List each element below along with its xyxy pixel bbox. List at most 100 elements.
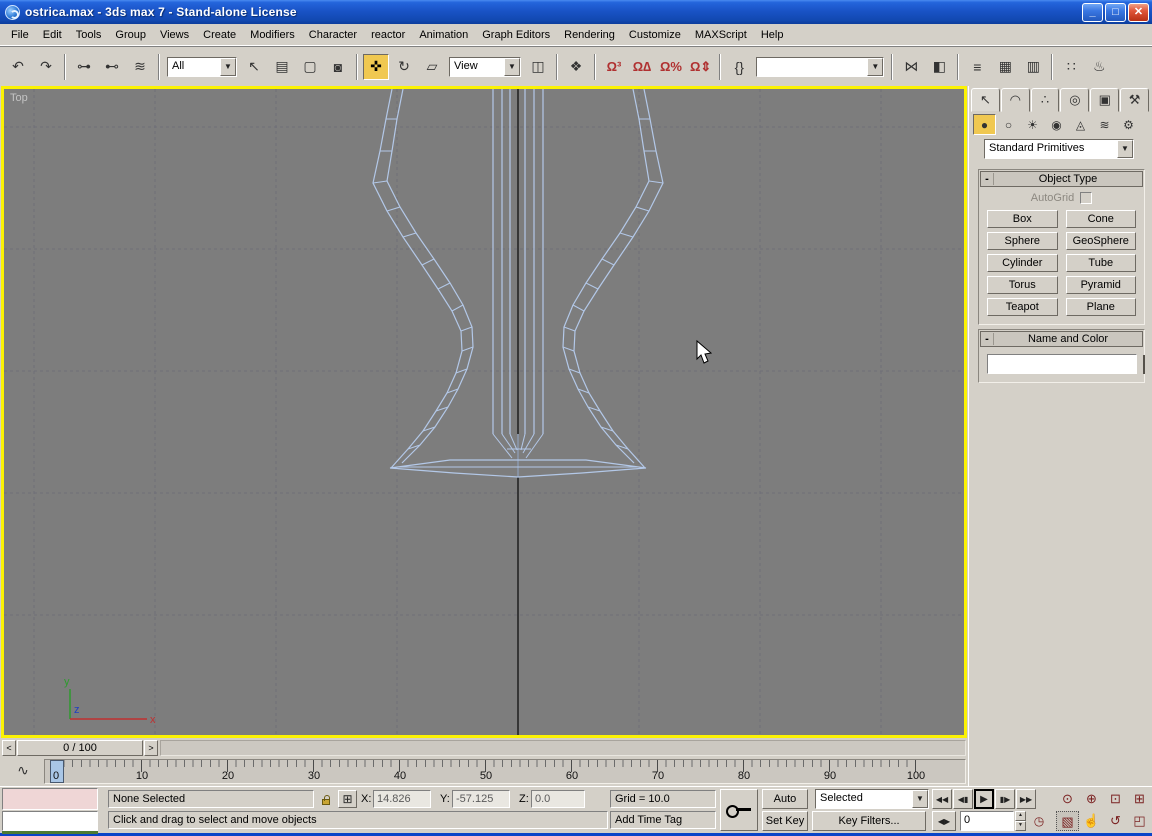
spinner-down-icon[interactable]: ▼	[1015, 821, 1026, 831]
chevron-down-icon[interactable]: ▼	[867, 58, 883, 76]
collapse-icon[interactable]: -	[981, 173, 994, 185]
object-type-rollout-header[interactable]: - Object Type	[980, 171, 1143, 187]
object-type-button-geosphere[interactable]: GeoSphere	[1066, 232, 1137, 250]
menu-item-character[interactable]: Character	[302, 26, 364, 44]
menu-item-edit[interactable]: Edit	[36, 26, 69, 44]
current-frame-field[interactable]: 0	[960, 811, 1014, 831]
category-geometry[interactable]: ●	[973, 114, 996, 135]
spinner-snap-toggle-button[interactable]: Ω⇕	[687, 54, 714, 80]
object-type-button-cylinder[interactable]: Cylinder	[987, 254, 1058, 272]
menu-item-graph-editors[interactable]: Graph Editors	[475, 26, 557, 44]
frame-spinner[interactable]: ▲▼	[1015, 811, 1026, 831]
category-helpers[interactable]: ◬	[1069, 114, 1092, 135]
category-lights[interactable]: ☀	[1021, 114, 1044, 135]
select-and-move-button[interactable]: ✜	[363, 54, 389, 80]
named-selection-sets-button[interactable]: {}	[726, 54, 752, 80]
object-color-swatch[interactable]	[1143, 355, 1145, 374]
select-and-rotate-button[interactable]: ↻	[391, 54, 417, 80]
spinner-up-icon[interactable]: ▲	[1015, 811, 1026, 821]
time-configuration-button[interactable]: ◷	[1030, 811, 1048, 831]
set-keys-button[interactable]	[720, 789, 758, 831]
next-frame-button[interactable]: ▮▶	[995, 789, 1015, 809]
time-slider-handle[interactable]: 0 / 100	[17, 740, 143, 756]
auto-key-button[interactable]: Auto Key	[762, 789, 808, 809]
curve-editor-button[interactable]: ▦	[992, 54, 1018, 80]
tab-display[interactable]: ▣	[1090, 88, 1119, 112]
render-scene-button[interactable]: ♨	[1086, 54, 1112, 80]
snaps-toggle-button[interactable]: Ω³	[601, 54, 627, 80]
select-by-name-button[interactable]: ▤	[269, 54, 295, 80]
category-dropdown[interactable]: Standard Primitives ▼	[984, 139, 1134, 159]
rectangular-selection-region-button[interactable]: ▢	[297, 54, 323, 80]
menu-item-animation[interactable]: Animation	[412, 26, 475, 44]
go-to-start-button[interactable]: ◀◀	[932, 789, 952, 809]
material-editor-button[interactable]: ∷	[1058, 54, 1084, 80]
minimize-button[interactable]: _	[1082, 3, 1103, 22]
track-bar-ruler[interactable]: 0102030405060708090100	[44, 759, 966, 784]
absolute-offset-mode-toggle[interactable]: ⊞	[338, 790, 357, 808]
region-zoom-button[interactable]: ▧	[1056, 811, 1079, 831]
y-coordinate-field[interactable]: -57.125	[452, 790, 510, 808]
go-to-end-button[interactable]: ▶▶	[1016, 789, 1036, 809]
named-selection-set-dropdown[interactable]: ▼	[756, 57, 884, 77]
menu-item-rendering[interactable]: Rendering	[557, 26, 622, 44]
arc-rotate-button[interactable]: ↺	[1104, 811, 1127, 831]
select-and-link-button[interactable]: ⊶	[71, 54, 97, 80]
set-key-button[interactable]: Set Key	[762, 811, 808, 831]
time-slider-track[interactable]	[160, 740, 966, 756]
bind-to-space-warp-button[interactable]: ≋	[127, 54, 153, 80]
use-pivot-point-center-button[interactable]: ◫	[525, 54, 551, 80]
key-mode-toggle-button[interactable]: ◀▶	[932, 811, 956, 831]
add-time-tag-button[interactable]: Add Time Tag	[610, 811, 716, 829]
zoom-extents-button[interactable]: ⊡	[1104, 789, 1127, 809]
schematic-view-button[interactable]: ▥	[1020, 54, 1046, 80]
play-button[interactable]: ▶	[974, 789, 994, 809]
menu-item-reactor[interactable]: reactor	[364, 26, 412, 44]
viewport-top[interactable]: yxz Top	[1, 86, 967, 738]
menu-item-help[interactable]: Help	[754, 26, 791, 44]
unlink-selection-button[interactable]: ⊷	[99, 54, 125, 80]
maximize-button[interactable]: □	[1105, 3, 1126, 22]
chevron-down-icon[interactable]: ▼	[220, 58, 236, 76]
reference-coordinate-system-dropdown[interactable]: View▼	[449, 57, 521, 77]
object-type-button-torus[interactable]: Torus	[987, 276, 1058, 294]
zoom-button[interactable]: ⊙	[1056, 789, 1079, 809]
time-slider-prev-button[interactable]: <	[2, 740, 16, 756]
tab-create[interactable]: ↖	[971, 88, 1000, 112]
undo-button[interactable]: ↶	[5, 54, 31, 80]
tab-motion[interactable]: ◎	[1060, 88, 1089, 112]
collapse-icon[interactable]: -	[981, 333, 994, 345]
tab-utilities[interactable]: ⚒	[1120, 88, 1149, 112]
percent-snap-toggle-button[interactable]: Ω%	[657, 54, 685, 80]
category-shapes[interactable]: ○	[997, 114, 1020, 135]
selection-lock-toggle[interactable]	[318, 790, 334, 808]
object-type-button-cone[interactable]: Cone	[1066, 210, 1137, 228]
menu-item-maxscript[interactable]: MAXScript	[688, 26, 754, 44]
zoom-all-button[interactable]: ⊕	[1080, 789, 1103, 809]
viewport-label[interactable]: Top	[10, 92, 28, 104]
chevron-down-icon[interactable]: ▼	[912, 790, 928, 808]
viewport-canvas[interactable]: yxz	[4, 89, 964, 735]
layer-manager-button[interactable]: ≡	[964, 54, 990, 80]
menu-item-group[interactable]: Group	[108, 26, 153, 44]
object-name-input[interactable]	[987, 354, 1137, 374]
autogrid-checkbox[interactable]	[1080, 192, 1092, 204]
category-cameras[interactable]: ◉	[1045, 114, 1068, 135]
x-coordinate-field[interactable]: 14.826	[373, 790, 431, 808]
chevron-down-icon[interactable]: ▼	[504, 58, 520, 76]
tab-hierarchy[interactable]: ∴	[1031, 88, 1060, 112]
mirror-button[interactable]: ⋈	[898, 54, 924, 80]
key-filters-button[interactable]: Key Filters...	[812, 811, 926, 831]
previous-frame-button[interactable]: ◀▮	[953, 789, 973, 809]
redo-button[interactable]: ↷	[33, 54, 59, 80]
time-slider-next-button[interactable]: >	[144, 740, 158, 756]
window-crossing-toggle-button[interactable]: ◙	[325, 54, 351, 80]
maxscript-mini-listener-white[interactable]	[2, 811, 98, 831]
zoom-extents-all-button[interactable]: ⊞	[1128, 789, 1151, 809]
chevron-down-icon[interactable]: ▼	[1117, 140, 1133, 158]
object-type-button-plane[interactable]: Plane	[1066, 298, 1137, 316]
z-coordinate-field[interactable]: 0.0	[531, 790, 585, 808]
menu-item-modifiers[interactable]: Modifiers	[243, 26, 302, 44]
object-type-button-teapot[interactable]: Teapot	[987, 298, 1058, 316]
category-systems[interactable]: ⚙	[1117, 114, 1140, 135]
